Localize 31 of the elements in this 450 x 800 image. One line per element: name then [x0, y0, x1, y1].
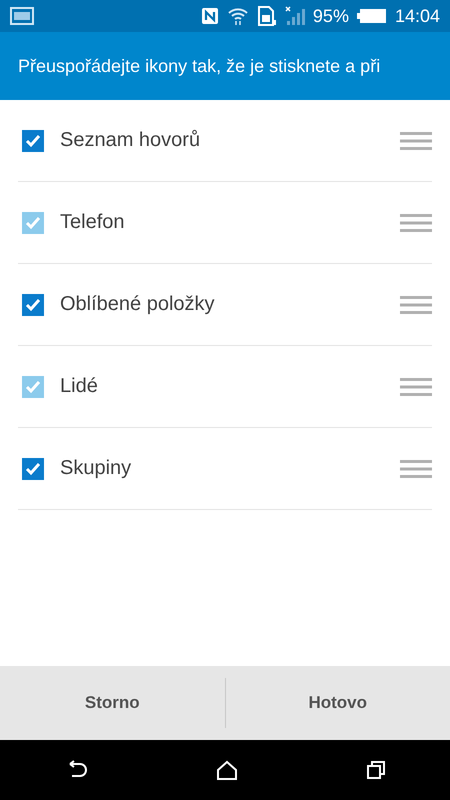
signal-icon: [284, 6, 305, 26]
checkmark-icon: [25, 134, 41, 148]
drag-handle-icon[interactable]: [400, 376, 432, 396]
battery-icon: [356, 8, 387, 24]
header-title: Přeuspořádejte ikony tak, že je stisknete a při: [18, 56, 380, 76]
item-label: Skupiny: [60, 457, 132, 480]
drag-handle-icon[interactable]: [400, 458, 432, 478]
item-label: Seznam hovorů: [60, 129, 202, 152]
nfc-icon: [200, 7, 219, 25]
battery-percent: 95%: [312, 6, 349, 26]
checkmark-icon: [25, 380, 41, 394]
checkmark-icon: [25, 298, 41, 312]
item-label: Lidé: [60, 375, 99, 398]
drag-handle-icon[interactable]: [400, 294, 432, 314]
wifi-icon: [226, 6, 249, 26]
drag-handle-icon[interactable]: [400, 212, 432, 232]
checkbox[interactable]: [22, 458, 44, 480]
drag-handle-icon[interactable]: [400, 130, 432, 150]
sim-card-icon: [256, 6, 277, 26]
clock: 14:04: [394, 6, 440, 26]
recent-apps-icon[interactable]: [366, 760, 386, 780]
checkbox[interactable]: [22, 130, 44, 152]
item-label: Oblíbené položky: [60, 293, 216, 316]
checkbox[interactable]: [22, 294, 44, 316]
checkmark-icon: [25, 462, 41, 476]
item-label: Telefon: [60, 211, 126, 234]
home-icon[interactable]: [216, 760, 238, 780]
picture-icon: [10, 7, 34, 25]
checkmark-icon: [25, 216, 41, 230]
done-button[interactable]: Hotovo: [226, 666, 450, 740]
cancel-button[interactable]: Storno: [0, 666, 224, 740]
